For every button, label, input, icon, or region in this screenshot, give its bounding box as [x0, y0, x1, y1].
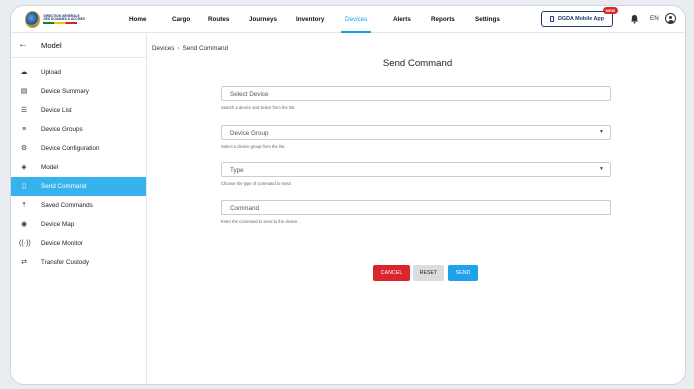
send-button[interactable]: SEND: [448, 265, 478, 281]
sidebar-item-label: Device Map: [41, 221, 75, 228]
nav-routes[interactable]: Routes: [208, 6, 229, 33]
sidebar-item-device-monitor[interactable]: ((·)) Device Monitor: [11, 234, 146, 253]
nav-reports[interactable]: Reports: [431, 6, 455, 33]
breadcrumb-devices[interactable]: Devices: [152, 45, 174, 52]
cancel-button[interactable]: CANCEL: [373, 265, 410, 281]
back-arrow-icon[interactable]: ←: [18, 39, 28, 50]
command-input[interactable]: Command: [221, 200, 611, 215]
command-helper: Enter the command to send to the device.: [221, 219, 299, 224]
new-badge: NEW: [602, 7, 618, 14]
reset-button[interactable]: RESET: [413, 265, 444, 281]
send-command-icon: ▯: [22, 183, 26, 190]
mobile-app-label: DGDA Mobile App: [557, 16, 604, 22]
sidebar-item-label: Transfer Custody: [41, 259, 90, 266]
main-content: Devices › Send Command Send Command Select…: [148, 34, 685, 384]
nav-devices[interactable]: Devices: [340, 6, 372, 33]
language-selector[interactable]: EN: [650, 15, 659, 22]
select-device-input[interactable]: Select Device: [221, 86, 611, 101]
breadcrumb-separator: ›: [177, 45, 180, 52]
sidebar-item-device-summary[interactable]: ▤ Device Summary: [11, 82, 146, 101]
device-group-select[interactable]: Device Group ▼: [221, 125, 611, 140]
nav-cargo[interactable]: Cargo: [172, 6, 190, 33]
breadcrumb: Devices › Send Command: [152, 45, 228, 52]
dgda-emblem: [25, 11, 41, 28]
sidebar: ← Model ☁ Upload ▤ Device Summary ☰ Device Li…: [11, 34, 147, 384]
sidebar-item-label: Device Groups: [41, 126, 83, 133]
monitor-icon: ((·)): [19, 240, 31, 247]
app-window: DIRECTION GÉNÉRALE DES DOUANES & ACCISES…: [10, 5, 686, 385]
nav-inventory[interactable]: Inventory: [296, 6, 324, 33]
transfer-icon: ⇄: [21, 259, 27, 266]
sidebar-item-device-list[interactable]: ☰ Device List: [11, 101, 146, 120]
sidebar-header: ← Model: [11, 34, 146, 58]
phone-icon: [549, 16, 554, 22]
save-icon: ⤒: [22, 202, 26, 209]
sidebar-item-model[interactable]: ◈ Model: [11, 158, 146, 177]
sidebar-item-label: Device Monitor: [41, 240, 83, 247]
dropdown-caret-icon: ▼: [599, 129, 604, 135]
sidebar-item-device-groups[interactable]: ≡ Device Groups: [11, 120, 146, 139]
sidebar-item-send-command[interactable]: ▯ Send Command: [11, 177, 146, 196]
bell-icon[interactable]: [630, 14, 639, 24]
sidebar-menu: ☁ Upload ▤ Device Summary ☰ Device List ≡ Devic…: [11, 63, 146, 272]
nav-home[interactable]: Home: [129, 6, 147, 33]
sidebar-item-device-map[interactable]: ◉ Device Map: [11, 215, 146, 234]
type-helper: Choose the type of command to send.: [221, 181, 292, 186]
device-group-helper: Select a device group from the list.: [221, 144, 286, 149]
document-icon: ▤: [20, 88, 28, 95]
sidebar-item-label: Device Configuration: [41, 145, 100, 152]
sidebar-item-label: Send Command: [41, 183, 87, 190]
sidebar-item-device-configuration[interactable]: ⚙ Device Configuration: [11, 139, 146, 158]
breadcrumb-current: Send Command: [182, 45, 229, 52]
logo-text: DIRECTION GÉNÉRALE DES DOUANES & ACCISES: [43, 14, 85, 24]
nav-alerts[interactable]: Alerts: [393, 6, 411, 33]
settings-icon: ⚙: [20, 145, 28, 152]
model-icon: ◈: [21, 164, 27, 171]
logo[interactable]: DIRECTION GÉNÉRALE DES DOUANES & ACCISES: [25, 10, 85, 29]
sidebar-item-label: Device Summary: [41, 88, 89, 95]
cloud-upload-icon: ☁: [20, 69, 28, 76]
compass-icon: ◉: [20, 221, 28, 228]
nav-journeys[interactable]: Journeys: [249, 6, 277, 33]
mobile-app-button[interactable]: DGDA Mobile App NEW: [541, 7, 618, 27]
flag-bar: [43, 22, 78, 24]
nav-settings[interactable]: Settings: [475, 6, 500, 33]
sidebar-title: Model: [41, 41, 62, 50]
select-device-helper: Search a device and select from the list…: [221, 105, 296, 110]
sidebar-item-label: Saved Commands: [41, 202, 93, 209]
sidebar-item-label: Upload: [41, 69, 61, 76]
list-icon: ☰: [20, 107, 28, 114]
sidebar-item-transfer-custody[interactable]: ⇄ Transfer Custody: [11, 253, 146, 272]
top-header: DIRECTION GÉNÉRALE DES DOUANES & ACCISES…: [11, 6, 685, 33]
sidebar-item-label: Model: [41, 164, 59, 171]
sidebar-item-label: Device List: [41, 107, 72, 114]
sidebar-item-upload[interactable]: ☁ Upload: [11, 63, 146, 82]
dropdown-caret-icon: ▼: [599, 166, 604, 172]
user-icon[interactable]: [665, 13, 676, 24]
page-title: Send Command: [382, 58, 453, 69]
group-list-icon: ≡: [21, 126, 27, 133]
sidebar-item-saved-commands[interactable]: ⤒ Saved Commands: [11, 196, 146, 215]
type-select[interactable]: Type ▼: [221, 162, 611, 177]
